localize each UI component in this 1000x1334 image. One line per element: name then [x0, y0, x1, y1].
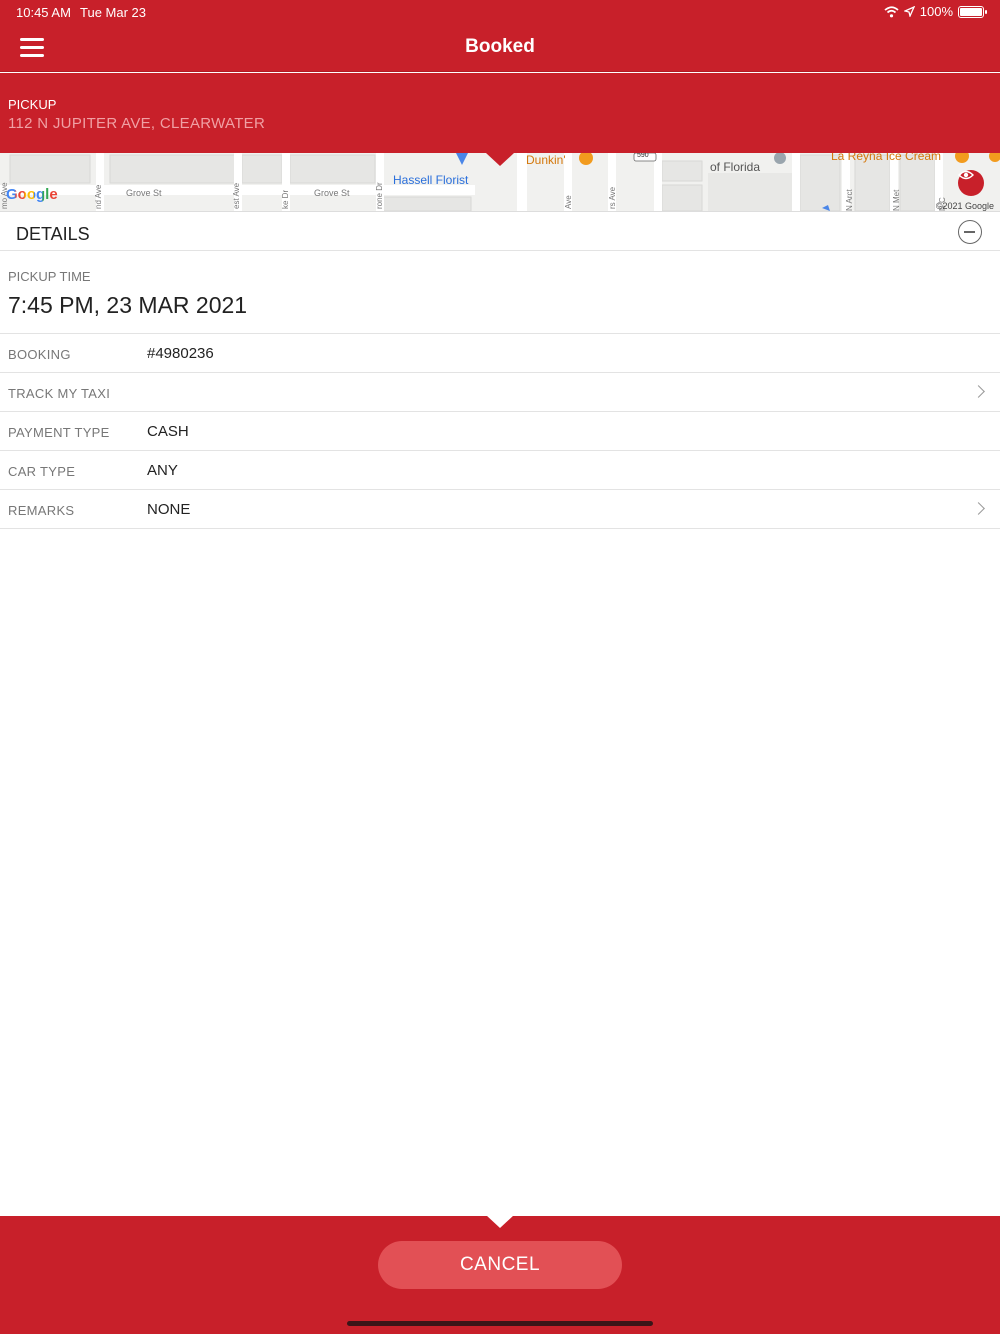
row-label: BOOKING: [8, 347, 71, 362]
map-street-label: rone Dr: [375, 182, 384, 209]
pickup-time-label: PICKUP TIME: [8, 269, 91, 284]
row-label: REMARKS: [8, 503, 75, 518]
payment-type-value: CASH: [147, 423, 189, 440]
pickup-panel: PICKUP 112 N JUPITER AVE, CLEARWATER: [0, 73, 1000, 166]
pickup-label: PICKUP: [8, 97, 57, 112]
cancel-button[interactable]: CANCEL: [378, 1241, 622, 1289]
booking-number: #4980236: [147, 345, 214, 362]
map-place-la-reyna: La Reyna Ice Cream: [831, 153, 942, 163]
map-street-label: Ave: [564, 195, 573, 209]
details-header: DETAILS: [0, 212, 1000, 251]
row-label: PAYMENT TYPE: [8, 425, 110, 440]
google-logo: Google: [6, 186, 58, 203]
home-indicator: [347, 1321, 653, 1326]
map-place-dunkin: Dunkin': [526, 153, 566, 167]
map-place-academy: of Florida: [710, 160, 761, 174]
chevron-right-icon: [972, 502, 985, 515]
row-booking: BOOKING #4980236: [0, 334, 1000, 373]
row-track-my-taxi[interactable]: TRACK MY TAXI: [0, 373, 1000, 412]
page-title: Booked: [465, 36, 535, 57]
footer-bar: CANCEL: [0, 1215, 1000, 1334]
status-date: Tue Mar 23: [80, 5, 146, 20]
collapse-minus-icon[interactable]: [958, 220, 982, 244]
map-street-label: N Arct: [845, 189, 854, 211]
pickup-address: 112 N JUPITER AVE, CLEARWATER: [8, 115, 266, 132]
map-street-label: ke Dr: [281, 189, 290, 209]
pickup-time-block: PICKUP TIME 7:45 PM, 23 MAR 2021: [0, 252, 1000, 334]
car-type-value: ANY: [147, 462, 178, 479]
map-street-grove-1: Grove St: [126, 188, 162, 198]
details-title: DETAILS: [16, 224, 90, 244]
map-street-label: N Met: [892, 189, 901, 211]
map-route-shield: 590: [637, 153, 649, 159]
pickup-time-value: 7:45 PM, 23 MAR 2021: [8, 292, 248, 318]
nav-bar: Booked: [0, 24, 1000, 72]
map-place-hassell-florist: Hassell Florist: [393, 173, 469, 187]
map-copyright: ©2021 Google: [935, 201, 994, 211]
battery-percent: 100%: [919, 4, 953, 19]
row-label: TRACK MY TAXI: [8, 386, 111, 401]
location-arrow-icon: [903, 6, 915, 17]
row-label: CAR TYPE: [8, 464, 76, 479]
chevron-right-icon: [972, 385, 985, 398]
status-bar: 10:45 AM Tue Mar 23 100%: [0, 0, 1000, 24]
row-payment-type: PAYMENT TYPE CASH: [0, 412, 1000, 451]
row-car-type: CAR TYPE ANY: [0, 451, 1000, 490]
remarks-value: NONE: [147, 501, 191, 518]
eye-icon[interactable]: [958, 170, 984, 196]
wifi-icon: [884, 5, 899, 17]
map-street-label: rs Ave: [608, 186, 617, 209]
map-street-label: nd Ave: [94, 184, 103, 209]
pickup-pointer: [486, 153, 514, 166]
footer-notch: [486, 1215, 514, 1228]
battery-icon: [958, 5, 987, 18]
map-street-label: est Ave: [232, 182, 241, 209]
status-indicators: 100%: [884, 4, 987, 19]
status-time: 10:45 AM: [16, 5, 71, 20]
battery-fill: [960, 7, 982, 16]
row-remarks[interactable]: REMARKS NONE: [0, 490, 1000, 529]
map-street-grove-2: Grove St: [314, 188, 350, 198]
